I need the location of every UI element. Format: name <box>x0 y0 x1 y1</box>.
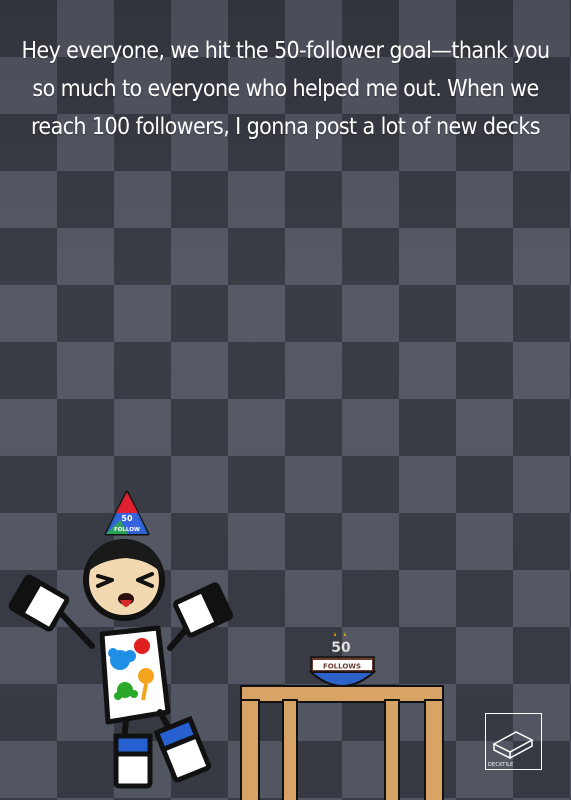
shirt <box>99 625 171 725</box>
cake-bowl: FOLLOWS 50 <box>308 632 377 687</box>
candle-number: 50 <box>331 640 351 656</box>
party-character: 50 FOLLOW <box>8 490 233 789</box>
left-arm <box>8 574 95 649</box>
card-deck-icon <box>492 731 534 760</box>
brand-logo: DECKTILE <box>485 713 542 770</box>
wooden-table <box>240 685 444 800</box>
left-leg <box>113 717 153 789</box>
celebration-scene: FOLLOWS 50 50 FOLLOW <box>8 490 444 800</box>
logo-text: DECKTILE <box>488 762 514 768</box>
cake-label: FOLLOWS <box>323 663 361 671</box>
right-leg <box>153 709 212 783</box>
hat-number: 50 <box>121 514 133 523</box>
hat-word: FOLLOW <box>114 527 140 533</box>
party-hat: 50 FOLLOW <box>104 490 150 536</box>
right-arm <box>167 582 233 651</box>
head <box>83 539 165 621</box>
